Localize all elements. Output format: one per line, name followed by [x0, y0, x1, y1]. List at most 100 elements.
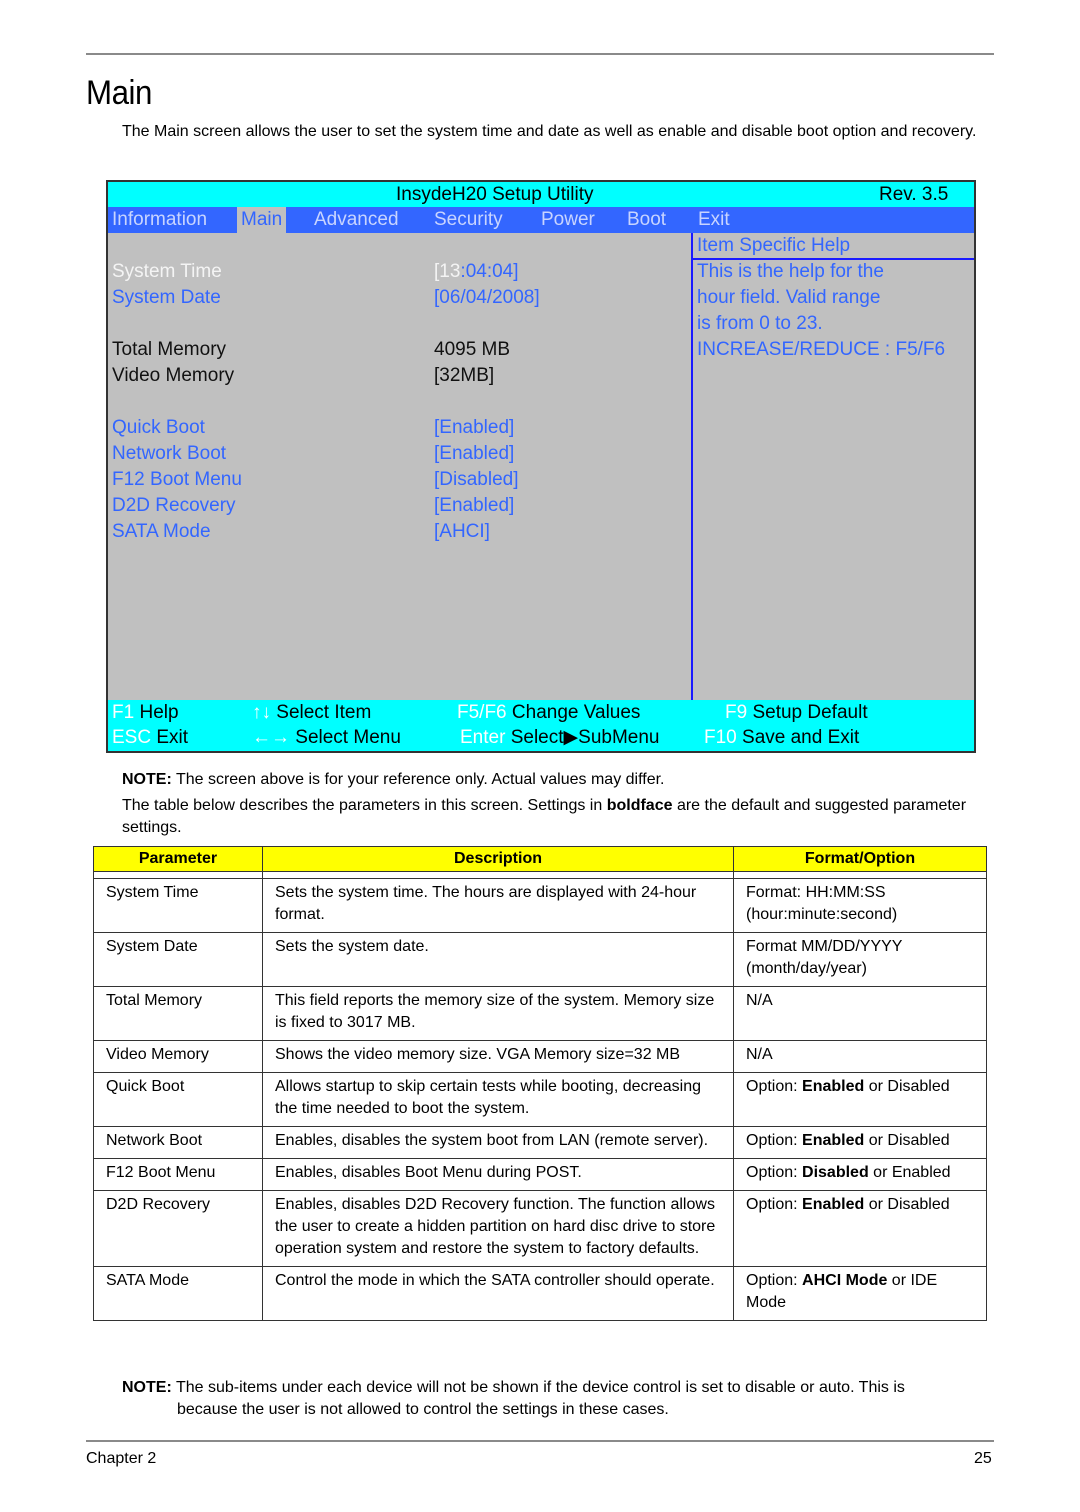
table-row: System Date Sets the system date. Format M…: [93, 932, 987, 987]
footer-rule: [86, 1440, 994, 1442]
f5-f6-key: F5/F6: [457, 702, 507, 723]
description-cell: Enables, disables the system boot from L…: [262, 1126, 734, 1159]
legend-setup-default: F9 Setup Default: [725, 700, 868, 726]
format-option-cell: Option: AHCI Mode or IDE Mode: [733, 1266, 987, 1321]
setup-default-label: Setup Default: [747, 702, 868, 723]
bios-title-bar: InsydeH20 Setup Utility Rev. 3.5: [108, 182, 974, 207]
tab-power[interactable]: Power: [541, 207, 595, 233]
description-cell: Allows startup to skip certain tests whi…: [262, 1072, 734, 1127]
table-row: Video Memory Shows the video memory size.…: [93, 1040, 987, 1073]
intro-paragraph: The Main screen allows the user to set t…: [122, 123, 977, 140]
system-time-close-bracket: ]: [513, 261, 519, 282]
sata-mode-value[interactable]: [AHCI]: [434, 519, 490, 545]
description-cell: Shows the video memory size. VGA Memory …: [262, 1040, 734, 1073]
video-memory-value: [32MB]: [434, 365, 495, 386]
tab-exit[interactable]: Exit: [698, 207, 730, 233]
f12-boot-menu-value[interactable]: [Disabled]: [434, 467, 519, 493]
f12-boot-menu-label: F12 Boot Menu: [112, 469, 242, 490]
save-exit-label: Save and Exit: [736, 727, 860, 748]
note-text: The screen above is for your reference o…: [171, 771, 665, 788]
f9-key: F9: [725, 702, 748, 723]
bios-revision: Rev. 3.5: [879, 184, 949, 205]
tab-boot[interactable]: Boot: [627, 207, 666, 233]
table-row: F12 Boot Menu Enables, disables Boot Menu…: [93, 1158, 987, 1191]
parameter-table: Parameter Description Format/Option Syst…: [93, 846, 987, 1321]
bios-setup-screen: InsydeH20 Setup Utility Rev. 3.5 Informa…: [106, 180, 976, 753]
header-spacer-row: [93, 871, 987, 879]
help-line: INCREASE/REDUCE : F5/F6: [697, 339, 946, 360]
network-boot-value[interactable]: [Enabled]: [434, 441, 514, 467]
description-cell: Sets the system time. The hours are disp…: [262, 878, 734, 933]
help-line: This is the help for the: [697, 261, 884, 282]
option-text: Option:: [746, 1132, 803, 1149]
option-alternative: or Disabled: [864, 1078, 950, 1095]
format-option-cell: Option: Enabled or Disabled: [733, 1190, 987, 1267]
d2d-recovery-label: D2D Recovery: [112, 495, 236, 516]
tab-advanced[interactable]: Advanced: [314, 207, 399, 233]
parameter-cell: Quick Boot: [93, 1072, 263, 1127]
table-intro-bold: boldface: [606, 797, 673, 814]
d2d-recovery-value[interactable]: [Enabled]: [434, 493, 514, 519]
help-line: hour field. Valid range: [697, 287, 881, 308]
format-option-cell: Option: Enabled or Disabled: [733, 1126, 987, 1159]
format-option-cell: N/A: [733, 1040, 987, 1073]
system-time-min-sec[interactable]: :04:04: [460, 261, 513, 282]
select-menu-label: Select Menu: [290, 727, 401, 748]
table-row: Quick Boot Allows startup to skip certain…: [93, 1072, 987, 1127]
legend-select-item: ↑↓ Select Item: [252, 700, 371, 726]
option-text: N/A: [746, 1046, 773, 1063]
option-alternative: or Enabled: [868, 1164, 951, 1181]
option-text: Option:: [746, 1164, 803, 1181]
screen-note: NOTE: The screen above is for your refer…: [122, 769, 990, 791]
column-header-parameter: Parameter: [93, 846, 263, 872]
description-cell: Enables, disables Boot Menu during POST.: [262, 1158, 734, 1191]
system-date-value[interactable]: [06/04/2008]: [434, 285, 540, 311]
help-line: is from 0 to 23.: [697, 313, 823, 334]
description-cell: This field reports the memory size of th…: [262, 986, 734, 1041]
option-text: Format: HH:MM:SS (hour:minute:second): [746, 884, 898, 923]
page-title: Main: [86, 74, 152, 112]
select-label: Select: [505, 727, 564, 748]
note-text-continued: because the user is not allowed to contr…: [177, 1401, 669, 1418]
option-default: Enabled: [802, 1196, 865, 1213]
note-label: NOTE:: [122, 771, 172, 788]
option-text: Option:: [746, 1272, 803, 1289]
bios-body: System Time [13:04:04] System Date [06/0…: [108, 233, 974, 700]
system-time-label: System Time: [112, 261, 222, 282]
table-row: D2D Recovery Enables, disables D2D Recove…: [93, 1190, 987, 1267]
system-time-hour[interactable]: 13: [439, 261, 460, 282]
tab-main[interactable]: Main: [237, 207, 287, 233]
table-intro-paragraph: The table below describes the parameters…: [122, 795, 990, 839]
option-alternative: or Disabled: [864, 1196, 950, 1213]
change-values-label: Change Values: [506, 702, 641, 723]
table-row: System Time Sets the system time. The hou…: [93, 878, 987, 933]
item-specific-help-panel: Item Specific Help This is the help for …: [697, 233, 974, 363]
help-title: Item Specific Help: [697, 235, 851, 256]
legend-save-exit: F10 Save and Exit: [704, 725, 859, 751]
bios-key-legend: F1 Help ESC Exit ↑↓ Select Item ←→ Selec…: [108, 700, 974, 751]
table-row: Total Memory This field reports the memor…: [93, 986, 987, 1041]
tab-information[interactable]: Information: [112, 207, 207, 233]
system-time-value[interactable]: [13:04:04]: [434, 259, 519, 285]
parameter-cell: Total Memory: [93, 986, 263, 1041]
table-header-row: Parameter Description Format/Option: [93, 846, 987, 872]
option-alternative: or Disabled: [864, 1132, 950, 1149]
tab-security[interactable]: Security: [434, 207, 503, 233]
video-memory-label: Video Memory: [112, 365, 235, 386]
total-memory-value: 4095 MB: [434, 339, 511, 360]
description-cell: Enables, disables D2D Recovery function.…: [262, 1190, 734, 1267]
format-option-cell: Format MM/DD/YYYY (month/day/year): [733, 932, 987, 987]
parameter-cell: System Time: [93, 878, 263, 933]
left-right-arrows-icon: ←→: [252, 727, 290, 748]
help-panel-divider: [691, 233, 693, 700]
format-option-cell: N/A: [733, 986, 987, 1041]
option-default: Enabled: [802, 1078, 865, 1095]
enter-key: Enter: [460, 727, 506, 748]
parameter-cell: SATA Mode: [93, 1266, 263, 1321]
option-text: Option:: [746, 1196, 803, 1213]
select-item-label: Select Item: [271, 702, 372, 723]
parameter-cell: Network Boot: [93, 1126, 263, 1159]
network-boot-label: Network Boot: [112, 443, 227, 464]
option-default: Disabled: [802, 1164, 869, 1181]
quick-boot-value[interactable]: [Enabled]: [434, 415, 514, 441]
